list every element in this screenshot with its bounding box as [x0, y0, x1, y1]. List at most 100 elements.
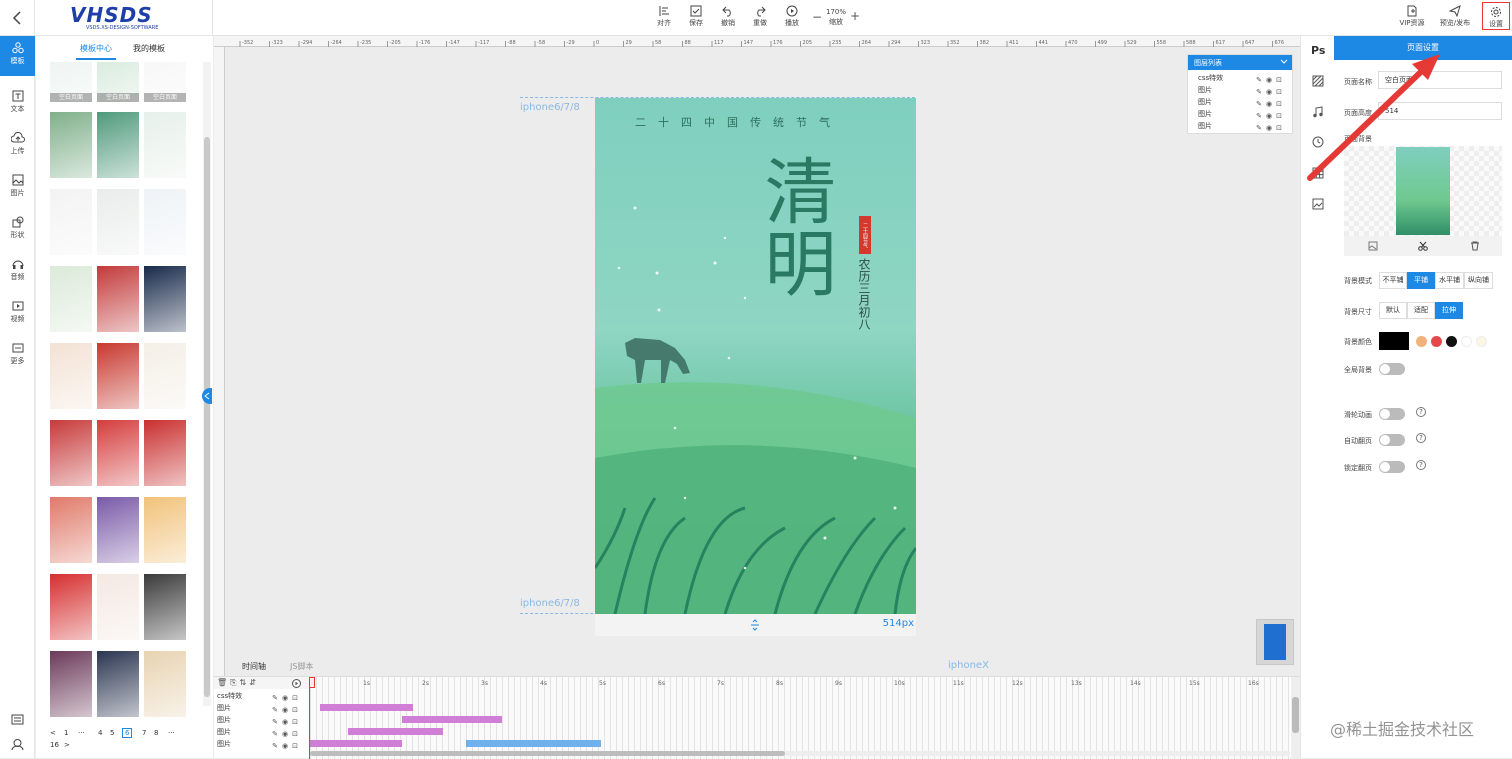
template-thumbnail[interactable] [144, 420, 186, 486]
nav-item-audio[interactable]: 音频 [0, 252, 35, 292]
template-thumbnail[interactable]: 空白页面 [50, 62, 92, 102]
page-link[interactable]: < [50, 729, 56, 737]
page-link[interactable]: 16 [50, 741, 59, 749]
template-thumbnail[interactable] [144, 651, 186, 717]
template-thumbnail[interactable] [97, 420, 139, 486]
template-thumbnail[interactable] [50, 343, 92, 409]
timeline-row-icons[interactable]: ✎◉⊡ [272, 740, 302, 752]
timeline-track-area[interactable]: 1s 2s 3s 4s 5s 6s 7s 8s 9s 10s 11s 12s 13s 14s 15s 16s [309, 677, 1290, 759]
tab-timeline[interactable]: 时间轴 [242, 661, 266, 672]
color-swatch[interactable] [1416, 336, 1427, 347]
page-link[interactable]: 6 [122, 728, 133, 738]
template-thumbnail[interactable] [50, 189, 92, 255]
template-thumbnail[interactable] [97, 574, 139, 640]
keyboard-icon[interactable] [11, 714, 24, 725]
settings-button[interactable]: 设置 [1482, 2, 1510, 30]
tab-template-center[interactable]: 模板中心 [80, 43, 112, 54]
bg-size-fit[interactable]: 适配 [1407, 302, 1435, 319]
global-bg-toggle[interactable] [1379, 363, 1405, 375]
collapse-panel-button[interactable] [202, 388, 212, 404]
color-swatch[interactable] [1476, 336, 1487, 347]
timeline-row[interactable]: 图片 ✎◉⊡ [214, 702, 310, 714]
timeline-row[interactable]: css特效 ✎◉⊡ [214, 690, 310, 702]
timeline-bar[interactable] [310, 740, 402, 747]
page-link[interactable]: 1 [64, 729, 68, 737]
timeline-bar[interactable] [402, 716, 502, 723]
undo-button[interactable]: 撤销 [714, 5, 742, 28]
template-thumbnail[interactable] [97, 266, 139, 332]
nav-item-shape[interactable]: 形状 [0, 210, 35, 250]
timeline-vscroll-thumb[interactable] [1292, 697, 1299, 733]
minimap-viewport[interactable] [1264, 624, 1286, 660]
layer-action-icons[interactable]: ✎◉⊡ [1256, 122, 1286, 134]
layer-row[interactable]: 图片 ✎◉⊡ [1188, 108, 1294, 120]
template-thumbnail[interactable] [97, 343, 139, 409]
save-button[interactable]: 保存 [682, 5, 710, 28]
template-thumbnail[interactable] [97, 651, 139, 717]
lock-flip-toggle[interactable] [1379, 461, 1405, 473]
template-thumbnail[interactable] [50, 266, 92, 332]
template-thumbnail[interactable] [50, 574, 92, 640]
align-button[interactable]: 对齐 [650, 5, 678, 28]
nav-item-more[interactable]: 更多 [0, 336, 35, 376]
page-link[interactable]: 7 [142, 729, 146, 737]
bg-mode-no-repeat[interactable]: 不平铺 [1379, 272, 1407, 289]
template-thumbnail[interactable] [144, 574, 186, 640]
template-thumbnail[interactable]: 空白页面 [144, 62, 186, 102]
minimap[interactable] [1256, 619, 1294, 665]
playhead-handle[interactable] [309, 677, 315, 688]
help-icon[interactable]: ? [1416, 407, 1426, 417]
page-link[interactable]: 8 [154, 729, 158, 737]
play-icon[interactable] [292, 679, 301, 688]
bg-mode-repeat[interactable]: 平铺 [1407, 272, 1435, 289]
vip-resources-button[interactable]: VIP资源 [1396, 5, 1428, 28]
color-swatch[interactable] [1446, 336, 1457, 347]
trash-icon[interactable] [1470, 241, 1480, 251]
auto-flip-toggle[interactable] [1379, 434, 1405, 446]
nav-item-upload[interactable]: 上传 [0, 126, 35, 166]
image-crop-icon[interactable] [1312, 198, 1324, 210]
template-thumbnail[interactable] [97, 189, 139, 255]
bg-size-stretch[interactable]: 拉伸 [1435, 302, 1463, 319]
timeline-bar[interactable] [320, 704, 413, 711]
page-link[interactable]: 4 [98, 729, 102, 737]
timeline-row[interactable]: 图片 ✎◉⊡ [214, 726, 310, 738]
nav-item-video[interactable]: 视频 [0, 294, 35, 334]
timeline-row[interactable]: 图片 ✎◉⊡ [214, 738, 310, 750]
timeline-tool-icons[interactable]: 🗑⎘⇅⇵ [217, 678, 259, 688]
zoom-in-button[interactable]: + [850, 9, 860, 23]
template-thumbnail[interactable] [144, 189, 186, 255]
page-link[interactable]: 5 [110, 729, 114, 737]
chevron-down-icon[interactable] [1280, 59, 1288, 65]
template-thumbnail[interactable] [50, 497, 92, 563]
layer-row[interactable]: 图片 ✎◉⊡ [1188, 96, 1294, 108]
template-thumbnail[interactable] [144, 343, 186, 409]
nav-item-image[interactable]: 图片 [0, 168, 35, 208]
template-thumbnail[interactable] [144, 266, 186, 332]
page-link[interactable]: ··· [168, 729, 175, 737]
color-swatch[interactable] [1461, 336, 1472, 347]
timeline-vscroll[interactable] [1291, 677, 1300, 759]
template-thumbnail[interactable] [50, 112, 92, 178]
template-thumbnail[interactable] [97, 497, 139, 563]
selected-color-swatch[interactable] [1379, 332, 1409, 350]
template-thumbnail[interactable] [97, 112, 139, 178]
template-thumbnail[interactable]: 空白页面 [97, 62, 139, 102]
template-thumbnail[interactable] [50, 420, 92, 486]
timeline-row[interactable]: 图片 ✎◉⊡ [214, 714, 310, 726]
scroll-animation-toggle[interactable] [1379, 408, 1405, 420]
zoom-out-button[interactable]: − [812, 10, 822, 24]
template-thumbnail[interactable] [144, 497, 186, 563]
bg-mode-repeat-y[interactable]: 纵向铺 [1464, 272, 1493, 289]
play-button[interactable]: 播放 [778, 5, 806, 28]
scissors-icon[interactable] [1418, 241, 1428, 251]
nav-item-template[interactable]: 模板 [0, 36, 35, 76]
layer-row[interactable]: 图片 ✎◉⊡ [1188, 120, 1294, 132]
panel-scrollbar[interactable] [203, 62, 211, 706]
preview-publish-button[interactable]: 预览/发布 [1436, 5, 1474, 28]
timeline-bar[interactable] [348, 728, 443, 735]
template-thumbnail[interactable] [144, 112, 186, 178]
poster-canvas[interactable]: 二十四中国传统节气 清明 二十四节气 农历三月初八 [595, 98, 916, 614]
bg-size-default[interactable]: 默认 [1379, 302, 1407, 319]
help-icon[interactable]: ? [1416, 433, 1426, 443]
